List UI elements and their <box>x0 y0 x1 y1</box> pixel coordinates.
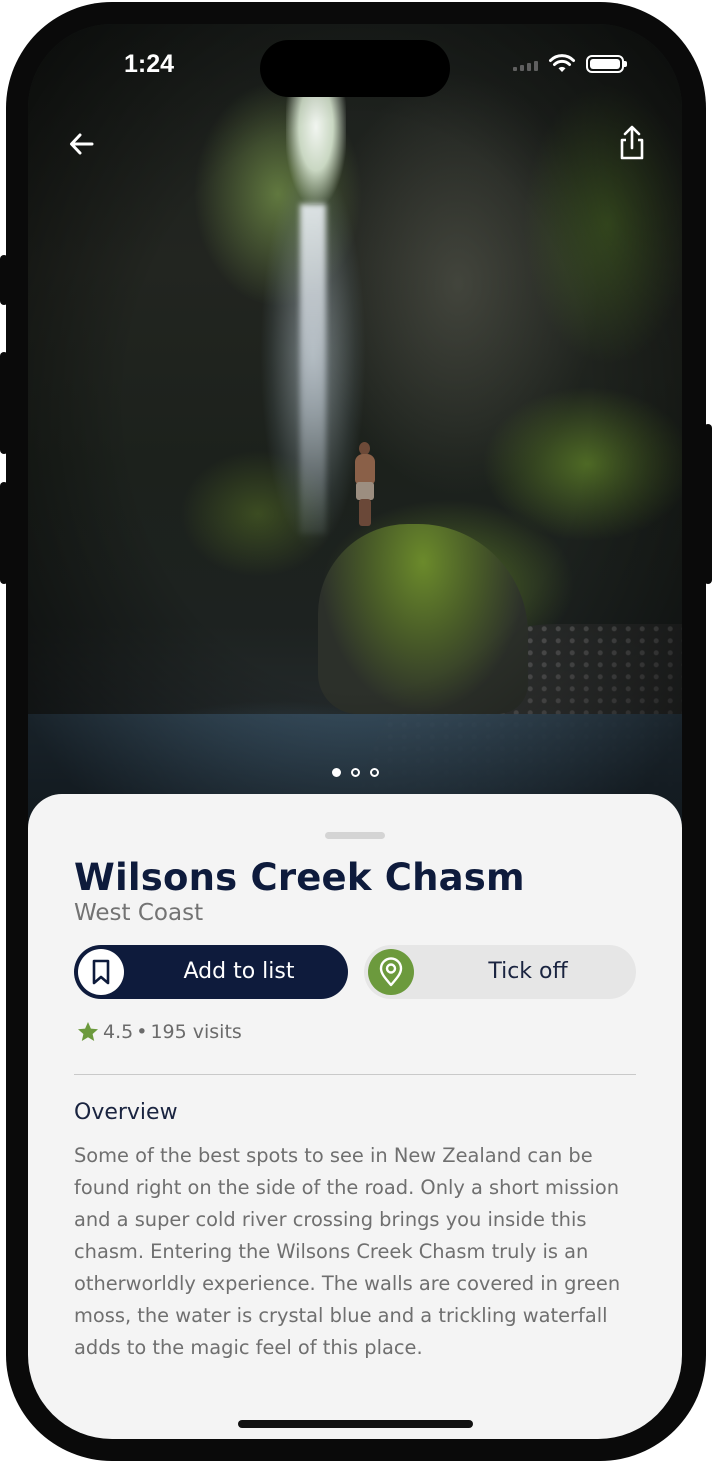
details-sheet: Wilsons Creek Chasm West Coast Add to li… <box>28 794 682 1439</box>
rating-value: 4.5 <box>103 1021 134 1043</box>
cellular-signal-icon <box>513 57 538 71</box>
mute-switch <box>0 255 8 305</box>
tick-off-button[interactable]: Tick off <box>364 945 636 999</box>
status-time: 1:24 <box>124 50 175 78</box>
sheet-drag-handle[interactable] <box>325 832 385 839</box>
arrow-left-icon <box>70 133 94 155</box>
location-pin-icon <box>379 957 403 987</box>
volume-up-button <box>0 352 8 454</box>
overview-heading: Overview <box>74 1100 178 1125</box>
bookmark-icon <box>92 959 110 985</box>
section-divider <box>74 1074 636 1075</box>
carousel-page-indicator[interactable] <box>28 768 682 777</box>
back-button[interactable] <box>62 124 102 164</box>
page-dot[interactable] <box>369 768 379 777</box>
place-region: West Coast <box>74 900 204 926</box>
battery-icon <box>586 55 627 73</box>
volume-down-button <box>0 482 8 584</box>
dynamic-island <box>260 40 450 97</box>
tick-off-label: Tick off <box>488 959 568 984</box>
star-icon <box>78 1022 98 1041</box>
rating-row: 4.5 • 195 visits <box>76 1020 242 1044</box>
place-title: Wilsons Creek Chasm <box>74 856 525 899</box>
hero-photo[interactable] <box>28 24 682 824</box>
overview-text: Some of the best spots to see in New Zea… <box>74 1144 621 1359</box>
add-to-list-button[interactable]: Add to list <box>74 945 348 999</box>
visit-count: 195 visits <box>150 1021 242 1043</box>
add-to-list-label: Add to list <box>183 959 295 984</box>
home-indicator[interactable] <box>238 1420 473 1428</box>
page-dot[interactable] <box>350 768 360 777</box>
share-icon <box>620 125 644 160</box>
page-dot[interactable] <box>331 768 341 777</box>
status-bar: 1:24 <box>28 24 682 100</box>
wifi-icon <box>549 54 575 72</box>
screen: 1:24 Wilsons Creek Chasm West Coast Add … <box>28 24 682 1439</box>
rating-separator: • <box>136 1021 148 1043</box>
power-button <box>704 424 712 584</box>
share-button[interactable] <box>612 122 652 166</box>
